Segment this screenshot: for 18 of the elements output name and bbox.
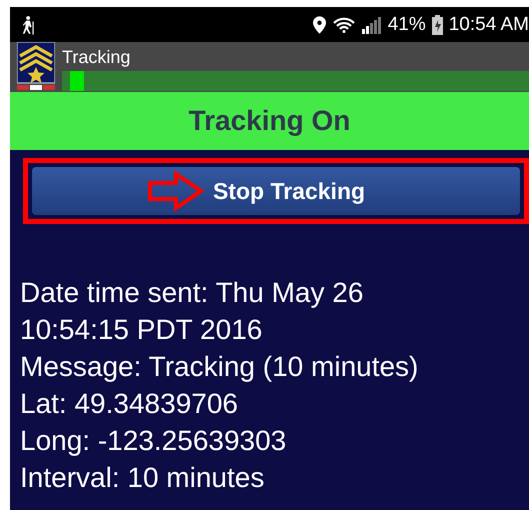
status-banner: Tracking On xyxy=(10,92,529,150)
battery-icon xyxy=(432,14,443,34)
location-icon xyxy=(312,16,326,34)
info-line: Interval: 10 minutes xyxy=(20,461,266,495)
arrow-icon xyxy=(146,171,205,211)
info-line: Long: -123.25639303 xyxy=(20,424,288,458)
battery-percent: 41% xyxy=(388,14,426,36)
chevron-star-icon xyxy=(17,42,55,90)
hiker-icon xyxy=(22,14,36,34)
app-title: Tracking xyxy=(62,47,132,68)
info-line: 10:54:15 PDT 2016 xyxy=(20,313,264,347)
info-line: Lat: 49.34839706 xyxy=(20,387,239,421)
signal-icon xyxy=(362,16,382,34)
info-line: Message: Tracking (10 minutes) xyxy=(20,350,420,384)
wifi-icon xyxy=(332,16,356,32)
clock: 10:54 AM xyxy=(448,14,529,36)
info-line: Date time sent: Thu May 26 xyxy=(20,276,364,310)
stop-tracking-button[interactable]: Stop Tracking xyxy=(32,167,520,215)
